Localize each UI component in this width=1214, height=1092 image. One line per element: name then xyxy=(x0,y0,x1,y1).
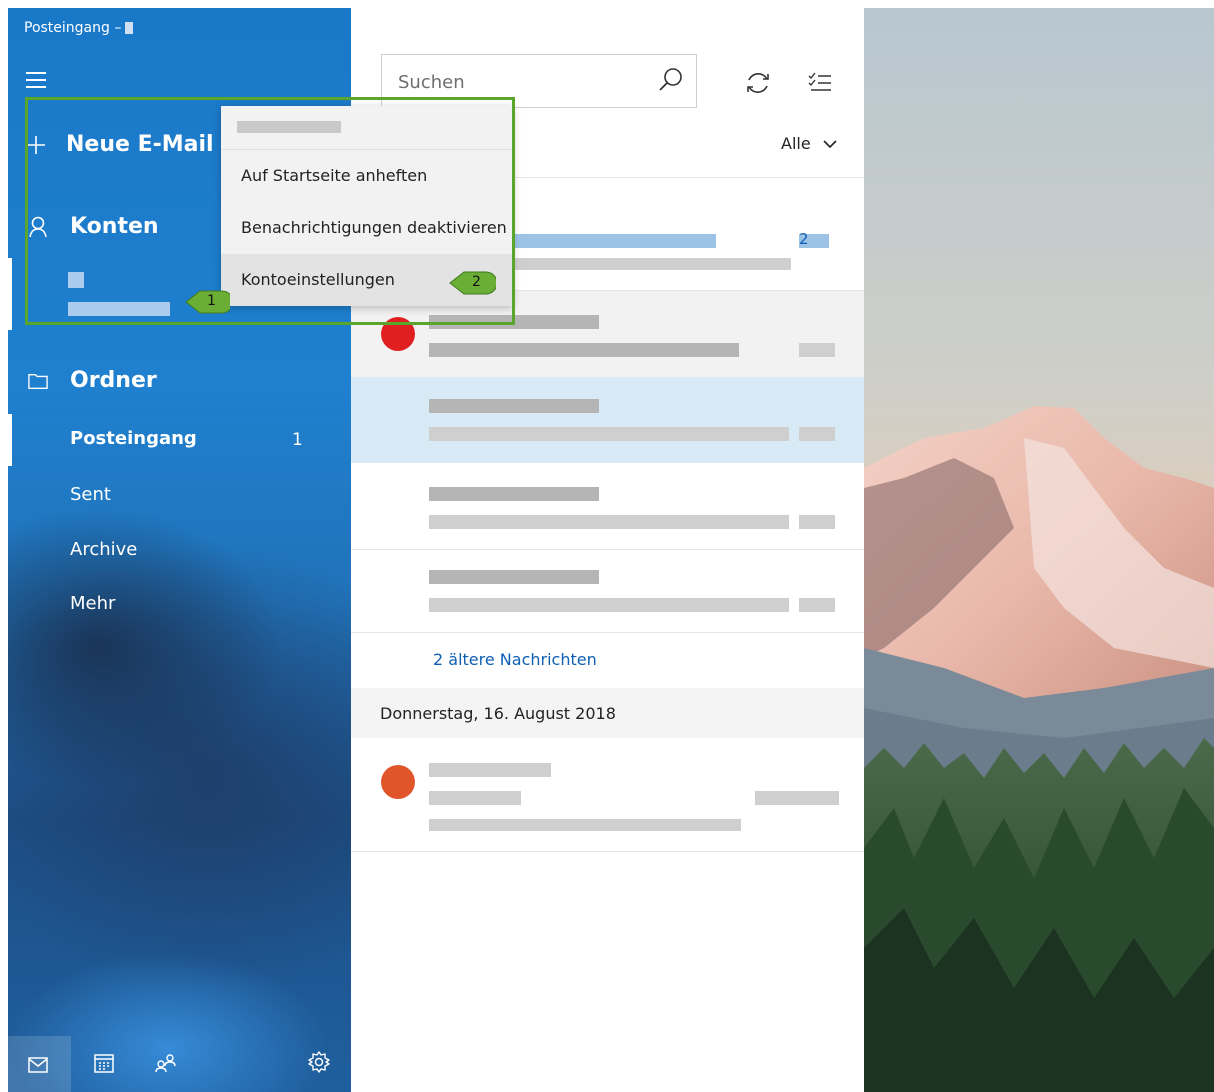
folder-sent-label: Sent xyxy=(70,484,111,505)
inbox-unread-count: 1 xyxy=(292,430,303,450)
folder-inbox[interactable]: Posteingang xyxy=(8,428,197,449)
new-mail-label: Neue E-Mail xyxy=(66,132,214,157)
redacted-sender xyxy=(429,487,599,501)
redacted-sender xyxy=(429,570,599,584)
sync-icon[interactable] xyxy=(743,68,773,98)
date-group-label: Donnerstag, 16. August 2018 xyxy=(380,704,616,723)
account-selection-indicator xyxy=(8,258,12,330)
redacted-subject xyxy=(429,598,789,612)
callout-number: 2 xyxy=(472,274,481,290)
redacted-account-email xyxy=(68,302,170,316)
callout-badge-2: 2 xyxy=(448,269,496,297)
folder-sent[interactable]: Sent xyxy=(8,484,111,505)
thread-count: 2 xyxy=(799,230,809,248)
plus-icon xyxy=(26,135,46,155)
menu-item-label: Kontoeinstellungen xyxy=(241,270,395,289)
person-icon xyxy=(28,216,48,237)
chevron-down-icon xyxy=(823,134,837,153)
folders-header[interactable]: Ordner xyxy=(28,368,157,393)
window-title-text: Posteingang – xyxy=(24,20,122,36)
accounts-label: Konten xyxy=(70,214,159,239)
folder-more-label: Mehr xyxy=(70,593,116,614)
redacted-date xyxy=(755,791,839,805)
folders-label: Ordner xyxy=(70,368,157,393)
app-switcher-bar xyxy=(8,1036,351,1092)
redacted-subject xyxy=(429,791,521,805)
avatar xyxy=(381,765,415,799)
menu-item-pin-to-start[interactable]: Auf Startseite anheften xyxy=(221,150,513,202)
filter-dropdown[interactable]: Alle xyxy=(781,134,837,153)
avatar xyxy=(381,317,415,351)
folder-archive-label: Archive xyxy=(70,539,138,560)
search-icon[interactable] xyxy=(658,67,684,93)
redacted-subject xyxy=(429,515,789,529)
folder-more[interactable]: Mehr xyxy=(8,593,115,614)
selection-mode-icon[interactable] xyxy=(807,70,833,96)
redacted-subject xyxy=(429,427,789,441)
message-row[interactable] xyxy=(351,550,864,632)
redacted-sender xyxy=(429,763,551,777)
date-group-header: Donnerstag, 16. August 2018 xyxy=(351,688,864,738)
redacted-date xyxy=(799,427,835,441)
older-messages-link[interactable]: 2 ältere Nachrichten xyxy=(433,650,597,669)
redacted-date xyxy=(799,343,835,357)
divider xyxy=(351,632,864,633)
redacted-sender xyxy=(429,315,599,329)
redacted-preview xyxy=(429,819,741,831)
redacted-account-name xyxy=(125,22,134,34)
message-row[interactable] xyxy=(351,739,864,851)
message-row-selected[interactable] xyxy=(351,377,864,463)
redacted-subject xyxy=(429,343,739,357)
mail-icon[interactable] xyxy=(28,1057,48,1078)
redacted-account-name xyxy=(237,121,341,133)
window-title: Posteingang – xyxy=(24,20,134,36)
folder-inbox-label: Posteingang xyxy=(70,428,197,449)
redacted-sender xyxy=(511,234,716,248)
divider xyxy=(351,851,864,852)
new-mail-button[interactable]: Neue E-Mail xyxy=(26,132,214,157)
redacted-account-name xyxy=(68,272,84,288)
search-box[interactable] xyxy=(381,54,697,108)
callout-number: 1 xyxy=(207,293,216,309)
redacted-date xyxy=(799,515,835,529)
people-icon[interactable] xyxy=(154,1053,178,1078)
context-menu-header xyxy=(221,106,513,150)
folder-archive[interactable]: Archive xyxy=(8,539,137,560)
menu-item-label: Benachrichtigungen deaktivieren xyxy=(241,218,507,237)
calendar-icon[interactable] xyxy=(94,1053,114,1078)
menu-item-label: Auf Startseite anheften xyxy=(241,166,428,185)
reading-pane-background-image xyxy=(864,8,1214,1092)
accounts-header[interactable]: Konten xyxy=(28,214,159,239)
settings-gear-icon[interactable] xyxy=(308,1051,330,1078)
folder-icon xyxy=(28,371,48,391)
redacted-subject xyxy=(511,258,791,270)
menu-item-disable-notifications[interactable]: Benachrichtigungen deaktivieren xyxy=(221,202,513,254)
hamburger-menu-icon[interactable] xyxy=(26,72,46,88)
message-row[interactable] xyxy=(351,463,864,549)
callout-badge-1: 1 xyxy=(184,288,230,316)
filter-label: Alle xyxy=(781,134,811,153)
search-input[interactable] xyxy=(396,69,660,95)
redacted-date xyxy=(799,598,835,612)
redacted-sender xyxy=(429,399,599,413)
